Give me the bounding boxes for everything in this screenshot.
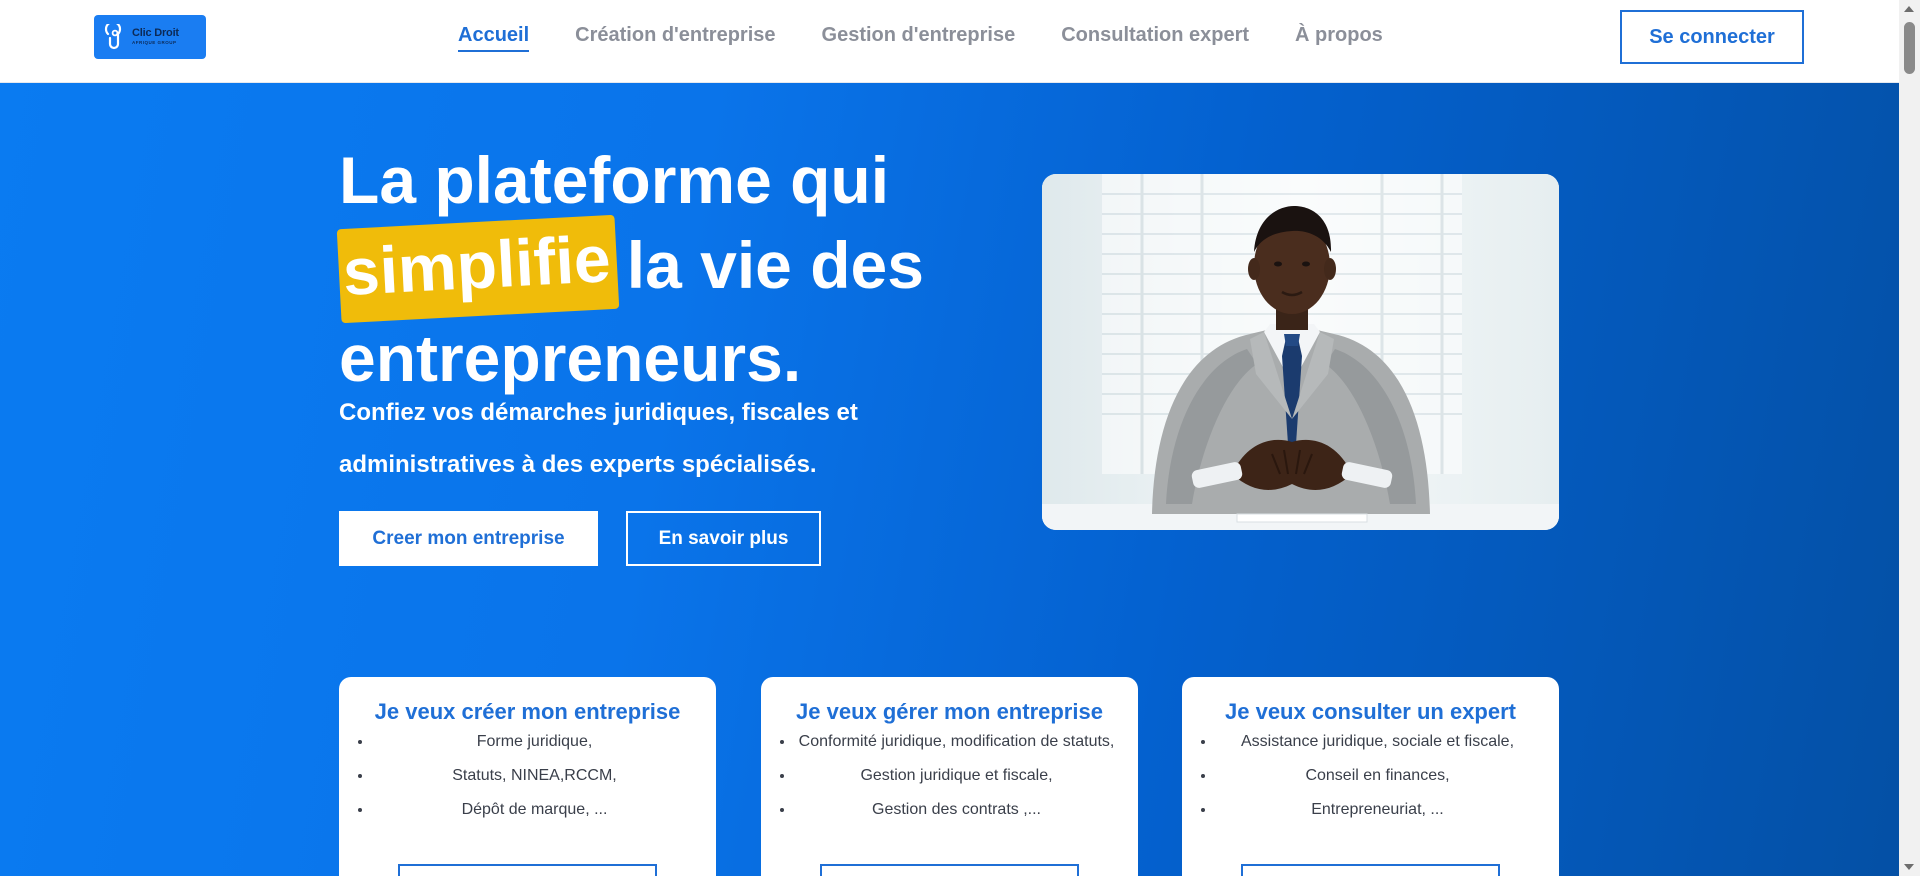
logo-subtitle: AFRIQUE GROUP bbox=[132, 40, 177, 46]
create-company-button[interactable]: Creer mon entreprise bbox=[339, 511, 598, 566]
list-item: Assistance juridique, sociale et fiscale… bbox=[1216, 731, 1539, 753]
hero-title-highlight: simplifie bbox=[336, 214, 620, 324]
hero-title-line-2: simplifie la vie des bbox=[336, 214, 979, 324]
list-item: Gestion juridique et fiscale, bbox=[795, 765, 1118, 787]
card-title-create: Je veux créer mon entreprise bbox=[374, 699, 681, 724]
nav-item-creation-entreprise[interactable]: Création d'entreprise bbox=[575, 24, 775, 52]
list-item: Gestion des contrats ,... bbox=[795, 799, 1118, 821]
login-button[interactable]: Se connecter bbox=[1620, 10, 1804, 64]
card-create-button[interactable] bbox=[398, 864, 657, 876]
list-item: Dépôt de marque, ... bbox=[373, 799, 696, 821]
card-list-consult: Assistance juridique, sociale et fiscale… bbox=[1182, 731, 1559, 821]
list-item: Entrepreneuriat, ... bbox=[1216, 799, 1539, 821]
nav-item-accueil[interactable]: Accueil bbox=[458, 24, 530, 52]
service-card-manage: Je veux gérer mon entreprise Conformité … bbox=[761, 677, 1138, 876]
scroll-down-arrow-icon[interactable] bbox=[1904, 864, 1914, 870]
card-consult-button[interactable] bbox=[1241, 864, 1500, 876]
hero-section: La plateforme qui simplifie la vie des en… bbox=[0, 83, 1899, 876]
main-nav: Accueil Création d'entreprise Gestion d'… bbox=[458, 0, 1383, 75]
brand-logo[interactable]: Clic Droit AFRIQUE GROUP bbox=[94, 15, 206, 59]
businessman-illustration bbox=[1042, 174, 1559, 530]
nav-item-consultation-expert[interactable]: Consultation expert bbox=[1061, 24, 1249, 52]
page-scrollbar[interactable] bbox=[1899, 0, 1920, 876]
hero-title: La plateforme qui simplifie la vie des en… bbox=[336, 138, 979, 400]
nav-item-a-propos[interactable]: À propos bbox=[1295, 24, 1383, 52]
card-manage-button[interactable] bbox=[820, 864, 1079, 876]
scrollbar-thumb[interactable] bbox=[1904, 22, 1915, 74]
list-item: Conformité juridique, modification de st… bbox=[795, 731, 1118, 753]
card-title-consult: Je veux consulter un expert bbox=[1225, 699, 1516, 724]
learn-more-button[interactable]: En savoir plus bbox=[626, 511, 821, 566]
logo-icon bbox=[104, 24, 122, 50]
scroll-up-arrow-icon[interactable] bbox=[1904, 6, 1914, 12]
card-list-manage: Conformité juridique, modification de st… bbox=[761, 731, 1138, 821]
card-title-manage: Je veux gérer mon entreprise bbox=[796, 699, 1103, 724]
hero-title-line-2-rest: la vie des bbox=[626, 228, 924, 302]
hero-photo-businessman bbox=[1042, 174, 1559, 530]
list-item: Statuts, NINEA,RCCM, bbox=[373, 765, 696, 787]
site-header: Clic Droit AFRIQUE GROUP Accueil Créatio… bbox=[0, 0, 1899, 83]
service-card-consult: Je veux consulter un expert Assistance j… bbox=[1182, 677, 1559, 876]
list-item: Conseil en finances, bbox=[1216, 765, 1539, 787]
hero-title-line-1: La plateforme qui bbox=[339, 143, 890, 217]
list-item: Forme juridique, bbox=[373, 731, 696, 753]
card-list-create: Forme juridique, Statuts, NINEA,RCCM, Dé… bbox=[339, 731, 716, 821]
service-card-create: Je veux créer mon entreprise Forme jurid… bbox=[339, 677, 716, 876]
nav-item-gestion-entreprise[interactable]: Gestion d'entreprise bbox=[822, 24, 1016, 52]
logo-text: Clic Droit AFRIQUE GROUP bbox=[132, 28, 179, 46]
logo-name: Clic Droit bbox=[132, 27, 179, 40]
hero-subtitle: Confiez vos démarches juridiques, fiscal… bbox=[339, 399, 858, 478]
